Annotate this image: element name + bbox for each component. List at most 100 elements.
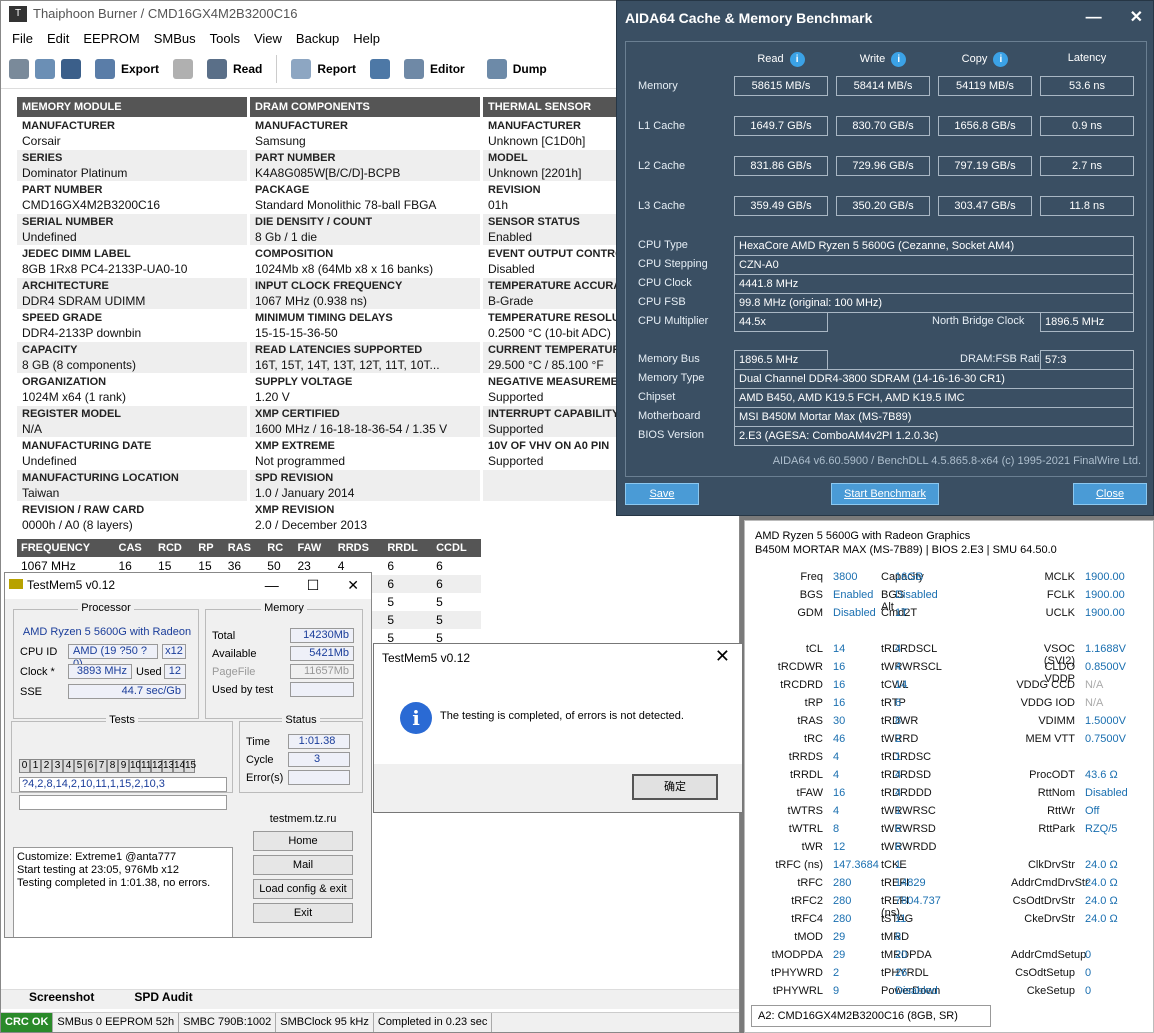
start-benchmark-button[interactable]: Start Benchmark <box>831 483 939 505</box>
site-link[interactable]: testmem.tz.ru <box>253 813 353 825</box>
timing-value: 4 <box>895 769 902 781</box>
home-button[interactable]: Home <box>253 831 353 851</box>
timing-label: ProcODT <box>1029 769 1075 781</box>
load-config-exit-button[interactable]: Load config & exit <box>253 879 353 899</box>
info-icon[interactable]: i <box>789 52 805 67</box>
spd-field-label: MANUFACTURING LOCATION <box>22 472 179 484</box>
spd-field-label: SERIES <box>22 152 63 164</box>
dump-button[interactable]: Dump <box>479 58 555 79</box>
info-value: 2.E3 (AGESA: ComboAM4v2PI 1.2.0.3c) <box>734 426 1134 446</box>
timing-value: 147.3684 <box>833 859 879 871</box>
save-icon[interactable] <box>61 58 81 79</box>
timing-value: 280 <box>833 877 852 889</box>
spd-field-value: Undefined <box>22 454 77 468</box>
test-number-cell: 2 <box>41 759 52 773</box>
spd-field-label: SUPPLY VOLTAGE <box>255 376 353 388</box>
timing-value: 24.0 Ω <box>1085 877 1118 889</box>
info-icon[interactable]: i <box>993 52 1009 67</box>
menu-view[interactable]: View <box>247 27 289 49</box>
timing-label: tRCDRD <box>780 679 823 691</box>
info-icon[interactable]: i <box>891 52 907 67</box>
spd-field-value: 8GB 1Rx8 PC4-2133P-UA0-10 <box>22 262 188 276</box>
tab-screenshot[interactable]: Screenshot <box>29 990 94 1009</box>
settings-icon[interactable] <box>9 58 29 79</box>
ok-button[interactable]: 确定 <box>632 774 718 800</box>
minimize-icon[interactable]: — <box>265 573 279 597</box>
wrench-icon[interactable] <box>370 58 391 79</box>
table-cell: 5 <box>383 611 433 629</box>
timing-value: 24.0 Ω <box>1085 895 1118 907</box>
close-icon[interactable]: ✕ <box>715 646 730 667</box>
spd-field: READ LATENCIES SUPPORTED 16T, 15T, 14T, 1… <box>250 342 480 374</box>
info-value: 99.8 MHz (original: 100 MHz) <box>734 293 1134 313</box>
read-icon <box>207 58 228 79</box>
close-icon[interactable]: ✕ <box>1130 1 1143 35</box>
exit-button[interactable]: Exit <box>253 903 353 923</box>
menu-smbus[interactable]: SMBus <box>147 27 203 49</box>
timing-value: 0 <box>1085 967 1092 979</box>
report-button[interactable]: Report <box>283 58 364 79</box>
freq-column-header: FAW <box>293 539 334 557</box>
open-folder-icon[interactable] <box>35 58 55 79</box>
lock-icon[interactable] <box>173 58 194 79</box>
menu-help[interactable]: Help <box>346 27 387 49</box>
export-button[interactable]: Export <box>87 58 167 79</box>
close-icon[interactable]: ✕ <box>347 573 359 597</box>
tab-spd-audit[interactable]: SPD Audit <box>134 990 192 1009</box>
status-smbc: SMBC 790B:1002 <box>179 1013 277 1032</box>
minimize-icon[interactable]: — <box>1086 1 1102 35</box>
menu-file[interactable]: File <box>5 27 40 49</box>
table-cell: 6 <box>432 575 481 593</box>
menu-tools[interactable]: Tools <box>203 27 247 49</box>
pagefile-value: 11657Mb <box>290 664 354 679</box>
test-number-cell: 14 <box>173 759 186 773</box>
spd-field-value: 15-15-15-36-50 <box>255 326 338 340</box>
benchmark-value: 58414 MB/s <box>836 76 930 96</box>
spd-field: INPUT CLOCK FREQUENCY 1067 MHz (0.938 ns) <box>250 278 480 310</box>
timing-value: 4 <box>833 805 840 817</box>
menu-eeprom[interactable]: EEPROM <box>76 27 146 49</box>
menu-edit[interactable]: Edit <box>40 27 76 49</box>
freq-column-header: RAS <box>223 539 264 557</box>
timing-label: tWRWRSCL <box>881 661 942 673</box>
read-button[interactable]: Read <box>199 58 270 79</box>
menu-backup[interactable]: Backup <box>289 27 346 49</box>
status-label: Status <box>282 714 320 726</box>
spd-field-label: REVISION / RAW CARD <box>22 504 145 516</box>
mail-button[interactable]: Mail <box>253 855 353 875</box>
timing-value: 1900.00 <box>1085 571 1125 583</box>
spd-field-value: Standard Monolithic 78-ball FBGA <box>255 198 437 212</box>
cycle-label: Cycle <box>246 754 274 766</box>
close-button[interactable]: Close <box>1073 483 1147 505</box>
spd-field: SUPPLY VOLTAGE 1.20 V <box>250 374 480 406</box>
header-label: Copy <box>961 53 988 65</box>
spd-field-label: PART NUMBER <box>22 184 103 196</box>
spd-field: REGISTER MODEL N/A <box>17 406 247 438</box>
editor-label: Editor <box>430 61 465 76</box>
available-label: Available <box>212 648 257 660</box>
dialog-footer: 确定 <box>374 764 742 812</box>
timing-value: 16 <box>833 787 846 799</box>
spd-column-header: DRAM COMPONENTS <box>250 97 480 117</box>
maximize-icon[interactable]: ☐ <box>307 573 320 597</box>
spd-field-value: 1024Mb x8 (64Mb x8 x 16 banks) <box>255 262 434 276</box>
spd-field-value: 2.0 / December 2013 <box>255 518 368 532</box>
timing-value: 4 <box>833 769 840 781</box>
editor-button[interactable]: Editor <box>396 58 473 79</box>
timing-value: 9 <box>833 985 840 997</box>
timing-value: 1.1688V <box>1085 643 1126 655</box>
header-label: Read <box>757 53 784 65</box>
dimm-select[interactable]: A2: CMD16GX4M2B3200C16 (8GB, SR) <box>751 1005 991 1027</box>
test-sequence: ?4,2,8,14,2,10,11,1,15,2,10,3 <box>19 777 227 792</box>
info-value: 1896.5 MHz <box>734 350 828 370</box>
timing-value: 1 <box>895 859 902 871</box>
used-by-test-label: Used by test <box>212 684 274 696</box>
crc-status-badge: CRC OK <box>1 1013 54 1032</box>
pagefile-label: PageFile <box>212 666 256 678</box>
timing-label: tRFC4 <box>791 913 823 925</box>
timing-value: Disabled <box>1085 787 1128 799</box>
spd-field-value: Taiwan <box>22 486 60 500</box>
timing-label: tMRD <box>881 931 910 943</box>
spd-field-value: 0000h / A0 (8 layers) <box>22 518 133 532</box>
save-button[interactable]: Save <box>625 483 699 505</box>
